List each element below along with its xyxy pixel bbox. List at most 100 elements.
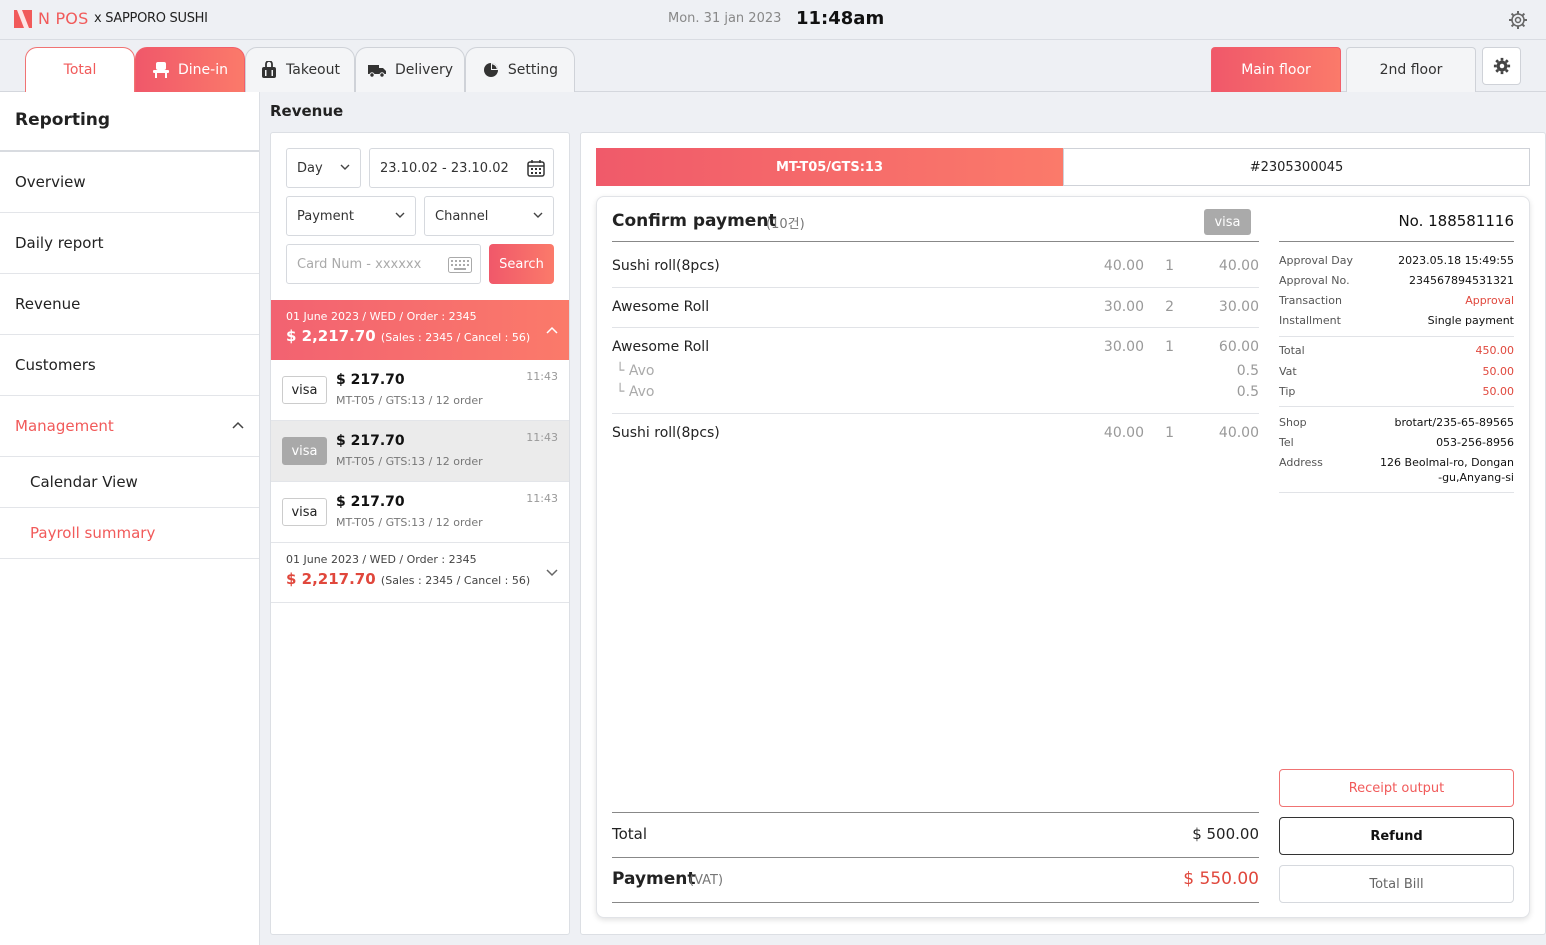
sidebar-item-daily-report[interactable]: Daily report <box>0 213 259 274</box>
transaction-time: 11:43 <box>526 492 558 505</box>
day-group-date: 01 June 2023 / WED / Order : 2345 <box>286 553 477 566</box>
receipt-number: No. 188581116 <box>1398 212 1514 230</box>
order-item-option-price: 0.5 <box>1236 363 1259 379</box>
order-item-qty: 2 <box>1165 299 1174 315</box>
address-line-1: 126 Beolmal-ro, Dongan <box>1380 456 1514 469</box>
channel-select-value: Channel <box>435 208 489 224</box>
sidebar-subitem-payroll-summary[interactable]: Payroll summary <box>0 508 259 559</box>
tab-setting[interactable]: Setting <box>465 47 575 92</box>
order-item-price: 30.00 <box>1103 339 1144 355</box>
vat-label: Vat <box>1279 365 1297 378</box>
order-item-qty: 1 <box>1165 339 1174 355</box>
card-number-placeholder: Card Num - xxxxxx <box>297 256 422 272</box>
sidebar-title: Reporting <box>15 110 111 130</box>
day-group-amount: $ 2,217.70 <box>286 327 376 345</box>
transaction-amount: $ 217.70 <box>336 494 405 510</box>
tab-order-number[interactable]: #2305300045 <box>1063 148 1530 186</box>
sidebar-item-label: Management <box>15 417 114 435</box>
tab-delivery[interactable]: Delivery <box>355 47 465 92</box>
tab-takeout[interactable]: Takeout <box>245 47 355 92</box>
sidebar-item-overview[interactable]: Overview <box>0 152 259 213</box>
current-time: 11:48am <box>796 8 885 29</box>
calendar-icon[interactable] <box>527 159 545 177</box>
chevron-down-icon <box>533 212 543 218</box>
day-group-meta: (Sales : 2345 / Cancel : 56) <box>380 574 531 587</box>
tab-dine-in[interactable]: Dine-in <box>135 47 245 92</box>
settings-gear-icon[interactable] <box>1508 10 1528 30</box>
item-count: (10건) <box>766 217 805 232</box>
order-item-qty: 1 <box>1165 425 1174 441</box>
transaction-status: Approval <box>1465 294 1514 307</box>
card-brand-badge: visa <box>282 498 327 526</box>
transaction-row-selected[interactable]: visa $ 217.70 MT-T05 / GTS:13 / 12 order… <box>271 421 569 482</box>
vat-value: 50.00 <box>1482 365 1515 378</box>
keyboard-icon[interactable] <box>448 257 472 273</box>
order-item-total: 30.00 <box>1218 299 1259 315</box>
day-group-amount: $ 2,217.70 <box>286 570 376 588</box>
channel-select[interactable]: Channel <box>424 196 554 236</box>
day-group-header[interactable]: 01 June 2023 / WED / Order : 2345 $ 2,21… <box>271 543 569 603</box>
transaction-row[interactable]: visa $ 217.70 MT-T05 / GTS:13 / 12 order… <box>271 360 569 421</box>
order-item-name: Sushi roll(8pcs) <box>612 425 720 441</box>
period-value: Day <box>297 160 323 176</box>
transaction-label: Transaction <box>1279 294 1342 307</box>
period-select[interactable]: Day <box>286 148 361 188</box>
floor-main-button[interactable]: Main floor <box>1211 47 1341 92</box>
sidebar-item-label: Overview <box>15 173 86 191</box>
sidebar-item-revenue[interactable]: Revenue <box>0 274 259 335</box>
date-range-field[interactable]: 23.10.02 - 23.10.02 <box>369 148 554 188</box>
address-line-2: -gu,Anyang-si <box>1438 471 1514 484</box>
total-bill-button[interactable]: Total Bill <box>1279 865 1514 903</box>
approval-no-value: 234567894531321 <box>1409 274 1514 287</box>
payment-select[interactable]: Payment <box>286 196 416 236</box>
chevron-up-icon <box>546 326 558 334</box>
divider <box>612 812 1259 813</box>
refund-button[interactable]: Refund <box>1279 817 1514 855</box>
total-value: $ 500.00 <box>1192 825 1259 843</box>
installment-value: Single payment <box>1427 314 1514 327</box>
receipt-total-label: Total <box>1279 344 1305 357</box>
confirm-payment-title: Confirm payment <box>612 211 777 231</box>
divider <box>612 287 1259 288</box>
order-item-option: └ Avo <box>616 363 655 379</box>
card-brand-badge: visa <box>282 376 327 404</box>
card-brand-badge: visa <box>1204 209 1251 235</box>
card-number-input[interactable]: Card Num - xxxxxx <box>286 244 481 284</box>
tel-label: Tel <box>1279 436 1294 449</box>
sidebar-item-label: Customers <box>15 356 96 374</box>
day-group-header[interactable]: 01 June 2023 / WED / Order : 2345 $ 2,21… <box>271 300 569 360</box>
sidebar-item-management[interactable]: Management <box>0 396 259 457</box>
sidebar-subitem-label: Payroll summary <box>30 524 156 542</box>
order-item-total: 40.00 <box>1218 258 1259 274</box>
total-label: Total <box>612 825 648 843</box>
tab-label: Setting <box>507 62 559 78</box>
sidebar-item-label: Daily report <box>15 234 104 252</box>
chair-icon <box>153 62 169 78</box>
receipt-output-button[interactable]: Receipt output <box>1279 769 1514 807</box>
divider <box>612 857 1259 858</box>
sidebar-item-customers[interactable]: Customers <box>0 335 259 396</box>
sidebar-subitem-calendar-view[interactable]: Calendar View <box>0 457 259 508</box>
tab-table-info[interactable]: MT-T05/GTS:13 <box>596 148 1063 186</box>
tab-label: Takeout <box>286 62 340 78</box>
divider <box>1279 492 1514 493</box>
transaction-time: 11:43 <box>526 370 558 383</box>
floor-2nd-button[interactable]: 2nd floor <box>1346 47 1476 92</box>
divider <box>1279 336 1514 337</box>
tel-value: 053-256-8956 <box>1436 436 1514 449</box>
shop-value: brotart/235-65-89565 <box>1394 416 1514 429</box>
sidebar-subitem-label: Calendar View <box>30 473 138 491</box>
store-name: x SAPPORO SUSHI <box>94 11 208 26</box>
payment-value: $ 550.00 <box>1183 869 1259 889</box>
floor-settings-button[interactable] <box>1482 47 1521 85</box>
order-item-name: Awesome Roll <box>612 299 710 315</box>
transaction-amount: $ 217.70 <box>336 433 405 449</box>
order-item-total: 60.00 <box>1218 339 1259 355</box>
payment-select-value: Payment <box>297 208 354 224</box>
divider <box>612 413 1259 414</box>
transaction-detail: MT-T05 / GTS:13 / 12 order <box>336 455 483 468</box>
search-button[interactable]: Search <box>489 244 554 284</box>
transaction-row[interactable]: visa $ 217.70 MT-T05 / GTS:13 / 12 order… <box>271 482 569 543</box>
floor-label: Main floor <box>1241 62 1311 78</box>
tab-total[interactable]: Total <box>25 47 135 92</box>
